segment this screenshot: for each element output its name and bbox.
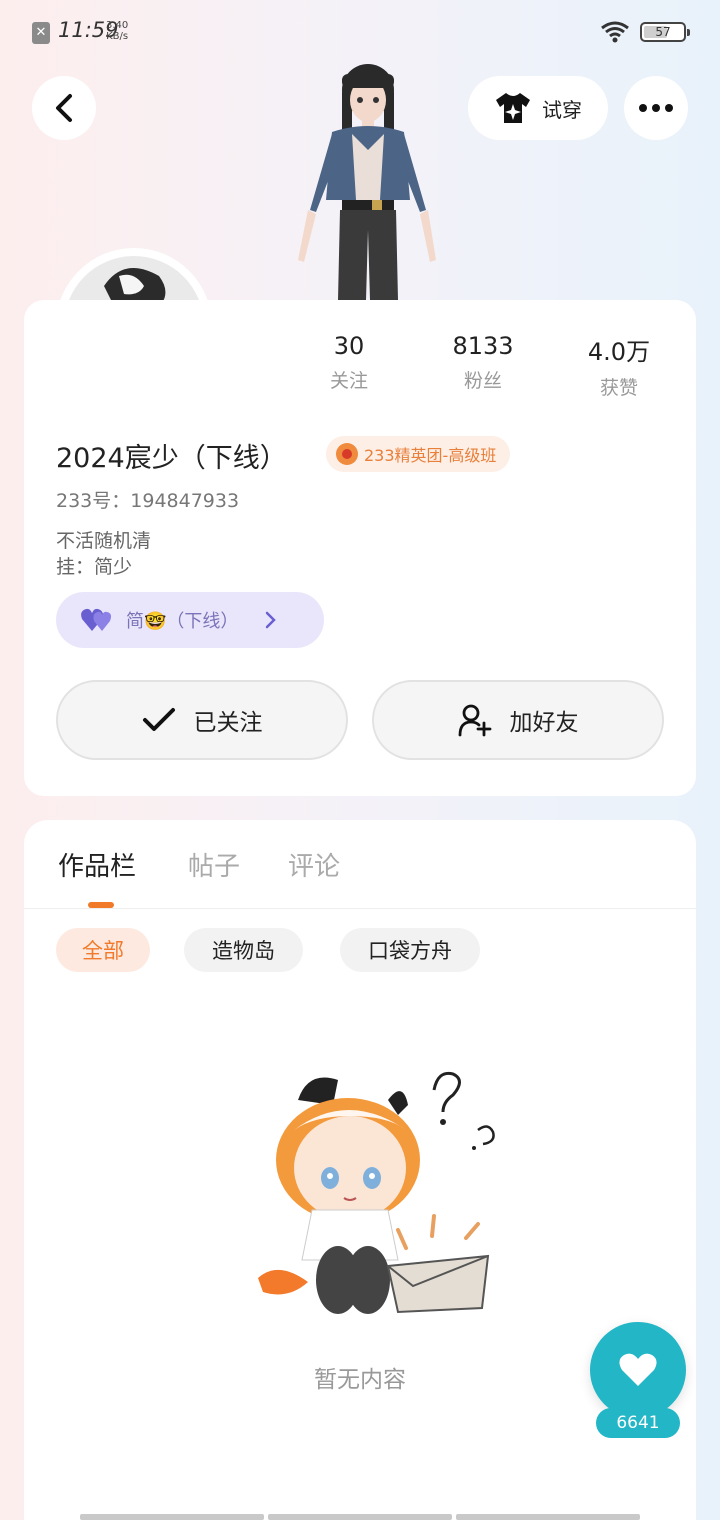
user-id: 233号：194847933 bbox=[56, 490, 240, 512]
battery-indicator: 57 bbox=[640, 22, 690, 42]
heart-icon bbox=[619, 1353, 657, 1386]
network-speed-unit: KB/s bbox=[106, 31, 129, 42]
cp-label: 简🤓（下线） bbox=[126, 611, 239, 632]
stat-label: 获赞 bbox=[599, 377, 638, 399]
medal-icon bbox=[336, 443, 358, 465]
like-button[interactable] bbox=[590, 1322, 686, 1418]
tab-divider bbox=[24, 908, 696, 909]
filter-creation-island[interactable]: 造物岛 bbox=[184, 928, 303, 972]
network-speed-value: 3.40 bbox=[106, 20, 129, 31]
tab-posts[interactable]: 帖子 bbox=[188, 846, 240, 883]
network-speed: 3.40 KB/s bbox=[106, 20, 128, 42]
followed-label: 已关注 bbox=[193, 710, 263, 736]
more-dot bbox=[665, 104, 673, 112]
stat-following[interactable]: 30 关注 bbox=[294, 332, 404, 393]
scroll-segment bbox=[456, 1514, 640, 1520]
stat-likes[interactable]: 4.0万 获赞 bbox=[564, 332, 674, 400]
back-arrow-icon bbox=[56, 94, 72, 122]
tab-comments[interactable]: 评论 bbox=[288, 846, 340, 883]
profile-card: 30 关注 8133 粉丝 4.0万 获赞 2024宸少（下线） 233精英团-… bbox=[24, 300, 696, 796]
stat-value: 4.0万 bbox=[587, 338, 651, 366]
battery-level: 57 bbox=[655, 25, 671, 39]
filter-pocket-ark[interactable]: 口袋方舟 bbox=[340, 928, 480, 972]
stat-followers[interactable]: 8133 粉丝 bbox=[428, 332, 538, 393]
team-badge-label: 233精英团-高级班 bbox=[364, 446, 497, 465]
bottom-scroll-track bbox=[80, 1514, 640, 1520]
stat-label: 关注 bbox=[329, 370, 368, 392]
stat-value: 8133 bbox=[452, 332, 514, 360]
team-badge[interactable]: 233精英团-高级班 bbox=[326, 436, 511, 472]
more-dot bbox=[639, 104, 647, 112]
wifi-icon bbox=[601, 21, 629, 43]
try-on-button[interactable]: 试穿 bbox=[468, 76, 608, 140]
checkmark-icon bbox=[142, 708, 175, 731]
more-dot bbox=[652, 104, 660, 112]
more-options-button[interactable] bbox=[624, 76, 688, 140]
back-button[interactable] bbox=[32, 76, 96, 140]
double-heart-icon bbox=[81, 608, 111, 631]
stat-value: 30 bbox=[333, 332, 365, 360]
username: 2024宸少（下线） bbox=[56, 443, 287, 474]
chevron-right-icon bbox=[266, 611, 277, 629]
scroll-segment bbox=[80, 1514, 264, 1520]
scroll-segment bbox=[268, 1514, 452, 1520]
bio-line: 挂：简少 bbox=[56, 556, 133, 578]
cp-relationship-chip[interactable]: 简🤓（下线） bbox=[56, 592, 324, 648]
stat-label: 粉丝 bbox=[463, 370, 502, 392]
works-card: 作品栏 帖子 评论 全部 造物岛 口袋方舟 暂无内容 bbox=[24, 820, 696, 1520]
like-count: 6641 bbox=[596, 1408, 680, 1438]
filter-all[interactable]: 全部 bbox=[56, 928, 150, 972]
status-bar: ✕ 11:59 3.40 KB/s 57 bbox=[0, 0, 720, 64]
avatar-3d-figure[interactable] bbox=[280, 60, 440, 300]
empty-state-illustration bbox=[258, 1071, 495, 1314]
no-sim-icon: ✕ bbox=[32, 22, 50, 44]
bio-line: 不活随机清 bbox=[56, 530, 152, 552]
add-friend-button[interactable]: 加好友 bbox=[372, 680, 664, 760]
followed-button[interactable]: 已关注 bbox=[56, 680, 348, 760]
add-friend-label: 加好友 bbox=[509, 710, 579, 736]
tab-works[interactable]: 作品栏 bbox=[58, 846, 136, 883]
try-on-label: 试穿 bbox=[542, 97, 582, 122]
tshirt-sparkle-icon bbox=[496, 93, 530, 123]
add-user-icon bbox=[458, 704, 491, 737]
